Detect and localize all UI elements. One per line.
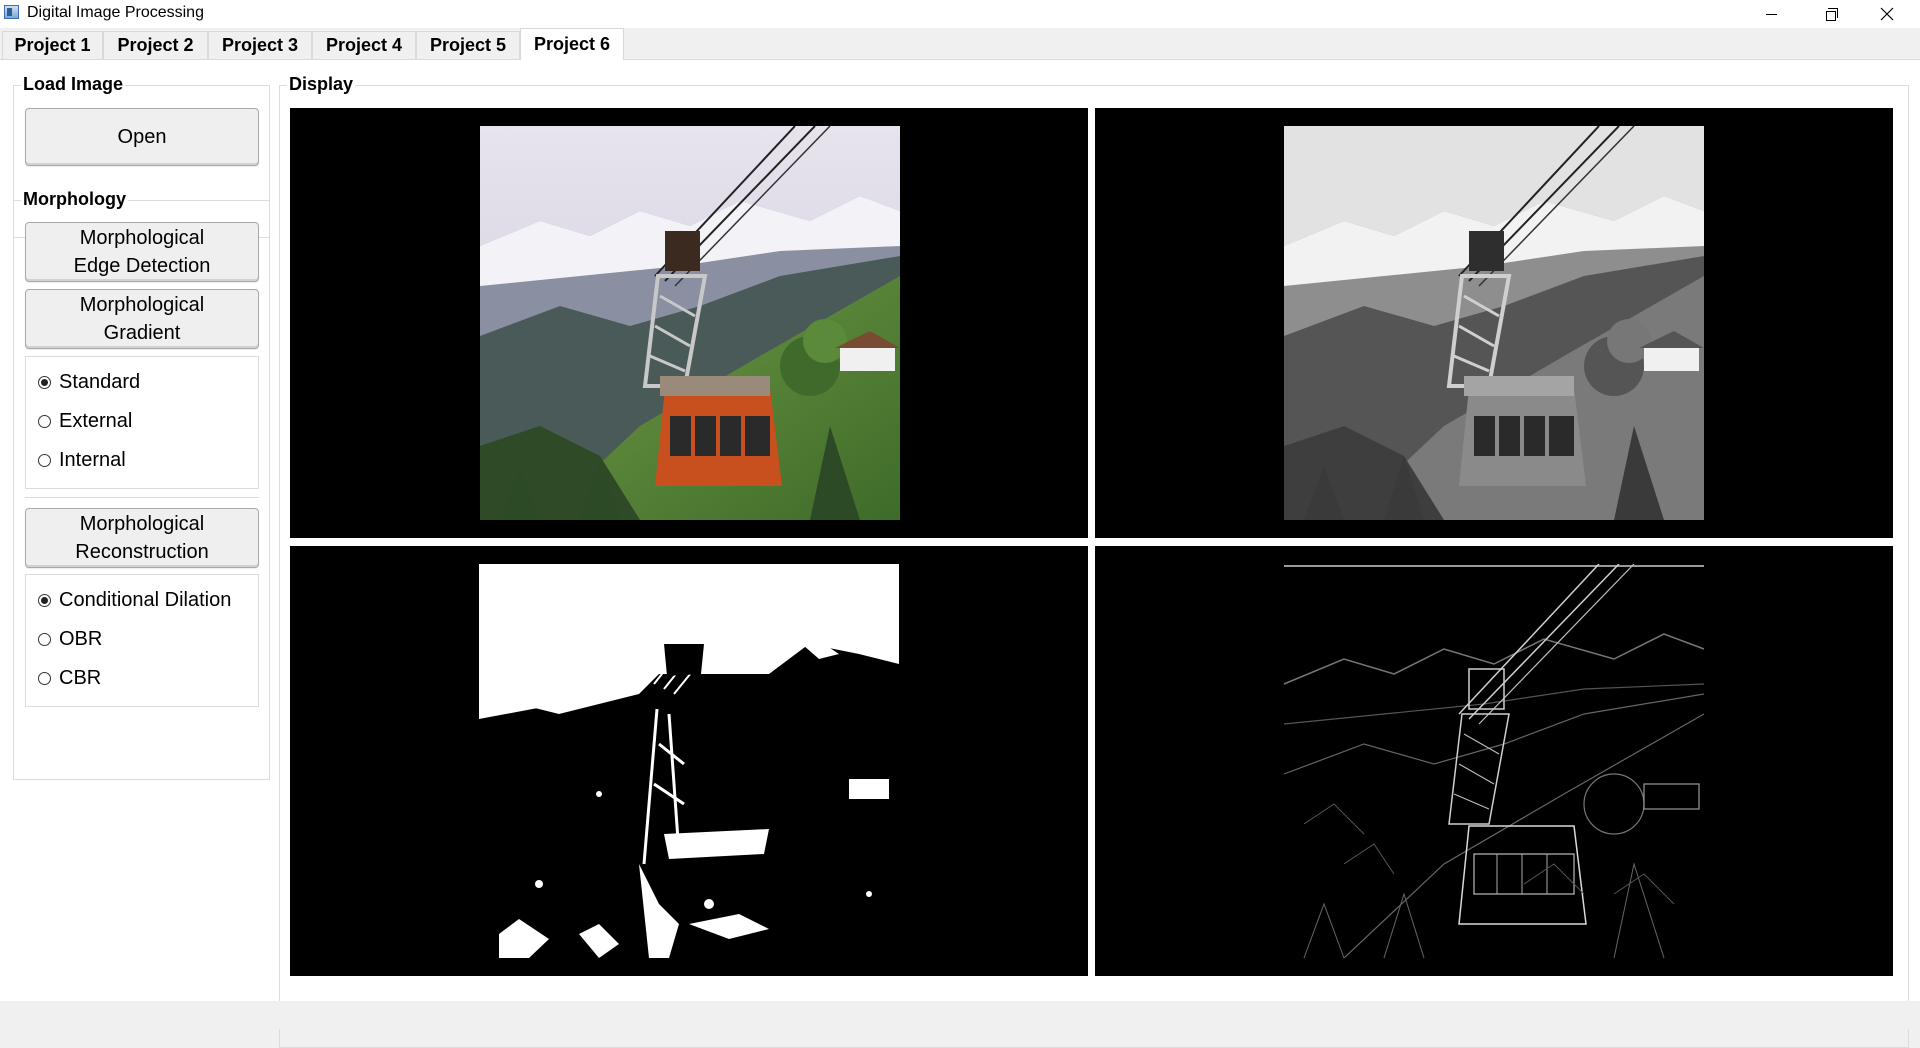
morphological-edge-detection-button[interactable]: Morphological Edge Detection (25, 222, 259, 282)
tab-label: Project 2 (117, 35, 194, 55)
tab-label: Project 4 (325, 35, 403, 55)
button-label-line1: Morphological (79, 513, 205, 535)
radio-label: Internal (59, 449, 126, 471)
radio-unchecked-icon (38, 633, 51, 646)
tab-project-2[interactable]: Project 2 (103, 31, 208, 59)
tab-label: Project 6 (533, 34, 611, 54)
radio-external[interactable]: External (38, 410, 132, 433)
button-label-line2: Edge Detection (73, 255, 211, 277)
display-pane-original (290, 108, 1088, 538)
tab-project-1[interactable]: Project 1 (2, 31, 103, 59)
tab-project-4[interactable]: Project 4 (312, 31, 416, 59)
morphological-reconstruction-button[interactable]: Morphological Reconstruction (25, 508, 259, 568)
radio-label: Standard (59, 371, 141, 393)
radio-label: CBR (59, 667, 102, 689)
morphology-title: Morphology (21, 189, 128, 209)
tab-label: Project 5 (429, 35, 507, 55)
radio-label: OBR (59, 628, 103, 650)
morphological-gradient-button[interactable]: Morphological Gradient (25, 289, 259, 349)
open-button-label: Open (117, 126, 167, 148)
close-button[interactable] (1858, 0, 1916, 28)
radio-standard[interactable]: Standard (38, 371, 140, 394)
radio-label: External (59, 410, 133, 432)
status-bar (0, 1001, 1920, 1029)
radio-internal[interactable]: Internal (38, 449, 126, 472)
button-label-line1: Morphological (79, 294, 205, 316)
display-pane-grayscale (1095, 108, 1893, 538)
app-icon (4, 5, 19, 19)
tab-label: Project 1 (14, 35, 91, 55)
radio-obr[interactable]: OBR (38, 628, 102, 651)
load-image-title: Load Image (21, 74, 126, 94)
title-bar: Digital Image Processing (0, 0, 1920, 28)
tab-project-3[interactable]: Project 3 (208, 31, 312, 59)
button-label-line1: Morphological (79, 227, 205, 249)
button-label-line2: Gradient (103, 322, 181, 344)
grayscale-image (1284, 126, 1704, 520)
radio-cbr[interactable]: CBR (38, 667, 101, 690)
button-label-line2: Reconstruction (75, 541, 209, 563)
close-icon (1880, 7, 1894, 21)
radio-unchecked-icon (38, 415, 51, 428)
minimize-icon (1765, 13, 1777, 15)
radio-unchecked-icon (38, 672, 51, 685)
display-pane-binary (290, 546, 1088, 976)
open-button[interactable]: Open (25, 108, 259, 166)
tab-project-6[interactable]: Project 6 (520, 28, 624, 60)
radio-label: Conditional Dilation (59, 589, 232, 611)
separator (25, 497, 259, 498)
tab-project-5[interactable]: Project 5 (416, 31, 520, 59)
tab-label: Project 3 (221, 35, 299, 55)
edge-image (1283, 564, 1705, 958)
display-title: Display (287, 74, 356, 94)
window-title: Digital Image Processing (27, 4, 204, 21)
radio-checked-icon (38, 376, 51, 389)
minimize-button[interactable] (1742, 0, 1800, 28)
radio-unchecked-icon (38, 454, 51, 467)
binary-image (479, 564, 899, 958)
restore-icon (1825, 7, 1838, 21)
radio-conditional-dilation[interactable]: Conditional Dilation (38, 589, 231, 612)
tab-content-panel: Load Image Open Morphology Morphological… (0, 60, 1920, 1048)
original-image (480, 126, 900, 520)
restore-button[interactable] (1800, 0, 1858, 28)
radio-checked-icon (38, 594, 51, 607)
display-pane-edges (1095, 546, 1893, 976)
